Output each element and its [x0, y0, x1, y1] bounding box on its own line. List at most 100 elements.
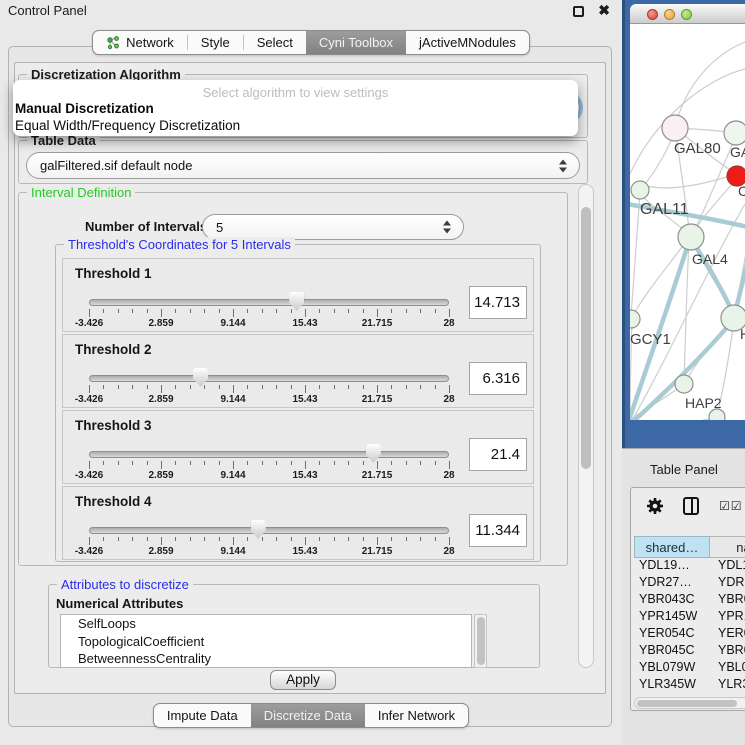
table-row[interactable]: YDR27…YDR2 [634, 575, 745, 592]
dropdown-option-equal-width-frequency[interactable]: Equal Width/Frequency Discretization [15, 118, 240, 133]
settings-scrollbar[interactable] [578, 184, 594, 668]
table-row[interactable]: YBR043CYBR0 [634, 592, 745, 609]
table-row[interactable]: YBL079WYBL0 [634, 660, 745, 677]
algorithm-dropdown-popup: Select algorithm to view settings Manual… [13, 80, 578, 136]
table-row[interactable]: YBR045CYBR0 [634, 643, 745, 660]
network-window-titlebar [630, 4, 745, 24]
tab-cyni-toolbox[interactable]: Cyni Toolbox [306, 31, 406, 54]
checkbox-filter-icons[interactable]: ☑☑ [719, 499, 743, 513]
table-panel: Table Panel ☑☑ shared… name YDL19…YDL1YD… [622, 448, 745, 745]
gear-icon[interactable] [645, 496, 665, 516]
close-icon[interactable]: ✖ [598, 2, 610, 19]
table-row[interactable]: YPR145WYPR1 [634, 609, 745, 626]
control-panel: Control Panel ✖ Network Style Select Cyn… [0, 0, 622, 745]
table-rows[interactable]: YDL19…YDL1YDR27…YDR2YBR043CYBR0YPR145WYP… [634, 558, 745, 696]
svg-text:H: H [740, 326, 745, 342]
threshold-value-field[interactable] [469, 514, 527, 547]
tick-label: 9.144 [220, 546, 245, 557]
tick-label: 28 [443, 318, 454, 329]
apply-button[interactable]: Apply [270, 670, 336, 690]
dropdown-option-manual-discretization[interactable]: Manual Discretization [15, 101, 154, 116]
svg-text:GA: GA [730, 144, 745, 160]
column-header-name[interactable]: name [710, 536, 745, 558]
table-row[interactable]: YIL052CYIL0 [634, 694, 745, 696]
tick-label: 21.715 [362, 394, 393, 405]
tab-discretize-data[interactable]: Discretize Data [251, 704, 365, 727]
group-title: Interval Definition [27, 185, 135, 200]
svg-text:GAL80: GAL80 [674, 140, 721, 157]
group-title: Threshold's Coordinates for 5 Intervals [64, 237, 295, 252]
scrollbar-thumb[interactable] [477, 617, 485, 665]
thresholds-container: Threshold 1-3.4262.8599.14415.4321.71528… [62, 258, 534, 562]
table-row[interactable]: YER054CYER0 [634, 626, 745, 643]
threshold-slider[interactable]: -3.4262.8599.14415.4321.71528 [89, 487, 449, 561]
threshold-4-row: Threshold 4-3.4262.8599.14415.4321.71528 [62, 486, 534, 560]
table-header: shared… name [634, 536, 745, 558]
network-graph[interactable]: GAL80GACGAL11GAL4GCY1HHAP2 [630, 24, 745, 420]
network-canvas[interactable]: GAL80GACGAL11GAL4GCY1HHAP2 [630, 24, 745, 420]
attribute-list-item[interactable]: BetweennessCentrality [61, 650, 471, 668]
combo-arrows-icon [559, 158, 568, 173]
tick-label: 9.144 [220, 318, 245, 329]
tick-label: 9.144 [220, 470, 245, 481]
slider-ticks [89, 461, 449, 470]
bottom-tab-bar: Impute Data Discretize Data Infer Networ… [0, 703, 622, 728]
tick-label: 2.859 [148, 546, 173, 557]
columns-icon[interactable] [683, 497, 699, 515]
tick-label: 21.715 [362, 318, 393, 329]
tick-label: -3.426 [75, 394, 103, 405]
slider-track[interactable] [89, 375, 449, 382]
tab-infer-network[interactable]: Infer Network [365, 704, 468, 727]
tick-label: 2.859 [148, 470, 173, 481]
column-header-shared-name[interactable]: shared… [634, 536, 710, 558]
attribute-list-item[interactable]: TopologicalCoefficient [61, 633, 471, 651]
tick-label: 9.144 [220, 394, 245, 405]
slider-track[interactable] [89, 527, 449, 534]
slider-ticks [89, 309, 449, 318]
threshold-slider[interactable]: -3.4262.8599.14415.4321.71528 [89, 335, 449, 409]
table-row[interactable]: YDL19…YDL1 [634, 558, 745, 575]
threshold-value-field[interactable] [469, 362, 527, 395]
tick-label: 15.43 [292, 318, 317, 329]
threshold-value-field[interactable] [469, 286, 527, 319]
tab-network[interactable]: Network [93, 31, 187, 54]
slider-ticks [89, 537, 449, 546]
table-panel-title: Table Panel [650, 462, 718, 477]
threshold-slider[interactable]: -3.4262.8599.14415.4321.71528 [89, 411, 449, 485]
tick-label: 21.715 [362, 470, 393, 481]
scrollbar-thumb[interactable] [637, 700, 737, 707]
table-horizontal-scrollbar[interactable] [634, 697, 745, 709]
threshold-slider[interactable]: -3.4262.8599.14415.4321.71528 [89, 259, 449, 333]
float-window-icon[interactable] [573, 6, 584, 17]
table-data-value: galFiltered.sif default node [27, 153, 579, 178]
minimize-traffic-light-icon[interactable] [664, 9, 675, 20]
zoom-traffic-light-icon[interactable] [681, 9, 692, 20]
svg-text:GCY1: GCY1 [630, 331, 671, 348]
table-data-combo[interactable]: galFiltered.sif default node [26, 152, 580, 179]
close-traffic-light-icon[interactable] [647, 9, 658, 20]
tab-jactivemnodules[interactable]: jActiveMNodules [406, 31, 529, 54]
tab-impute-data[interactable]: Impute Data [154, 704, 251, 727]
threshold-1-row: Threshold 1-3.4262.8599.14415.4321.71528 [62, 258, 534, 332]
panel-title: Control Panel [8, 3, 87, 18]
attributes-list[interactable]: SelfLoopsTopologicalCoefficientBetweenne… [60, 614, 472, 668]
threshold-2-row: Threshold 2-3.4262.8599.14415.4321.71528 [62, 334, 534, 408]
attributes-list-scrollbar[interactable] [474, 614, 487, 668]
tick-label: 28 [443, 546, 454, 557]
threshold-value-field[interactable] [469, 438, 527, 471]
table-row[interactable]: YLR345WYLR3 [634, 677, 745, 694]
slider-track[interactable] [89, 299, 449, 306]
tick-label: 15.43 [292, 546, 317, 557]
tab-style[interactable]: Style [188, 31, 243, 54]
slider-track[interactable] [89, 451, 449, 458]
group-title: Attributes to discretize [57, 577, 193, 592]
svg-text:C: C [738, 183, 745, 199]
attribute-list-item[interactable]: SelfLoops [61, 615, 471, 633]
scrollbar-thumb[interactable] [581, 207, 591, 469]
tick-label: -3.426 [75, 546, 103, 557]
number-of-intervals-label: Number of Intervals [85, 219, 207, 234]
tick-label: 21.715 [362, 546, 393, 557]
tab-select[interactable]: Select [244, 31, 306, 54]
svg-text:HAP2: HAP2 [685, 395, 722, 411]
numerical-attributes-label: Numerical Attributes [56, 596, 183, 611]
